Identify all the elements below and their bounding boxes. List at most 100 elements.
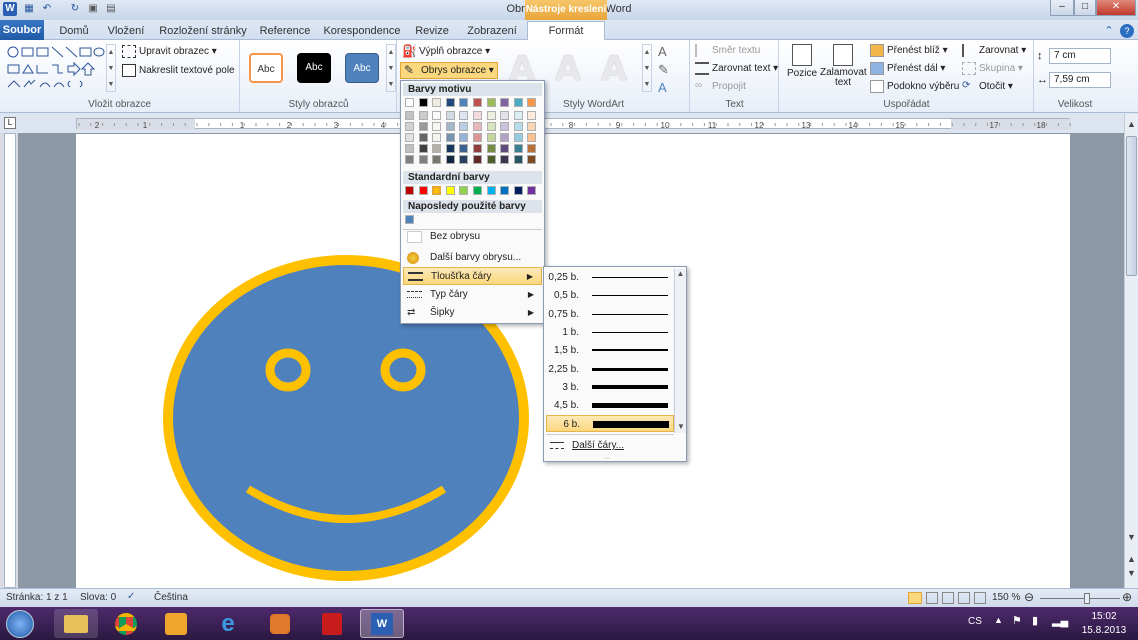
page-count[interactable]: Stránka: 1 z 1 [6,592,68,603]
input-language[interactable]: CS [968,616,982,627]
link-button[interactable]: ∞ Propojit [695,80,746,93]
theme-color-swatch[interactable] [445,133,455,142]
theme-color-swatch[interactable] [513,144,523,153]
scroll-down-icon[interactable]: ▼ [1126,532,1137,542]
help-icon[interactable]: ? [1120,24,1134,38]
tab-home[interactable]: Domů [52,22,96,40]
text-effects-icon[interactable]: A [658,80,667,95]
tab-view[interactable]: Zobrazení [462,22,522,40]
wordart-style-2[interactable]: A [548,50,588,88]
shape-height-input[interactable]: 7 cm [1049,48,1111,64]
theme-color-swatch[interactable] [486,111,496,120]
theme-color-swatch[interactable] [405,133,414,142]
action-center-flag-icon[interactable]: ⚑ [1012,614,1022,627]
standard-color-swatch[interactable] [513,186,523,195]
minimize-button[interactable]: – [1050,0,1074,16]
horizontal-ruler[interactable]: 2 1 1 2 3 4 8 9 10 11 12 13 14 15 17 18 [76,118,1071,130]
theme-color-swatch[interactable] [432,144,442,153]
theme-color-swatch[interactable] [527,111,537,120]
prev-page-icon[interactable]: ▲ [1126,554,1137,564]
theme-color-swatch[interactable] [418,98,428,107]
zoom-slider-thumb[interactable] [1084,593,1090,604]
theme-color-swatch[interactable] [500,133,510,142]
line-weight-option[interactable]: 6 b. [546,415,674,433]
more-lines-item[interactable]: Další čáry... [548,439,674,455]
theme-color-swatch[interactable] [445,155,455,164]
word-taskbar-icon[interactable]: W [360,609,404,638]
standard-color-swatch[interactable] [445,186,455,195]
theme-color-swatch[interactable] [527,144,537,153]
draw-textbox-button[interactable]: Nakreslit textové pole [122,64,235,77]
theme-color-swatch[interactable] [486,133,496,142]
theme-color-swatch[interactable] [405,155,414,164]
theme-color-swatch[interactable] [418,122,428,131]
shape-outline-button[interactable]: ✎ Obrys obrazce ▾ [400,62,498,79]
theme-color-swatch[interactable] [432,133,442,142]
send-backward-button[interactable]: Přenést dál ▾ [870,62,945,75]
close-button[interactable]: ✕ [1096,0,1136,16]
theme-color-swatch[interactable] [513,98,523,107]
right-eye-shape[interactable] [380,348,426,392]
vertical-ruler[interactable] [4,133,16,588]
more-outline-colors-item[interactable]: Další barvy obrysu... [403,249,542,267]
bring-forward-button[interactable]: Přenést blíž ▾ [870,44,948,57]
align-button[interactable]: Zarovnat ▾ [962,44,1026,57]
tab-insert[interactable]: Vložení [104,22,148,40]
shape-style-1[interactable]: Abc [249,53,283,83]
theme-color-swatch[interactable] [513,122,523,131]
line-weight-option[interactable]: 0,5 b. [546,287,674,304]
clock-date[interactable]: 15.8.2013 [1078,625,1130,636]
theme-color-swatch[interactable] [445,122,455,131]
position-button[interactable]: Pozice [786,44,818,79]
theme-color-swatch[interactable] [445,111,455,120]
shape-style-3[interactable]: Abc [345,53,379,83]
theme-color-swatch[interactable] [432,155,442,164]
theme-color-swatch[interactable] [500,98,510,107]
outlook-taskbar-icon[interactable] [154,609,198,638]
theme-color-swatch[interactable] [500,144,510,153]
theme-color-swatch[interactable] [405,144,414,153]
explorer-taskbar-icon[interactable] [54,609,98,638]
tab-review[interactable]: Revize [410,22,454,40]
theme-color-swatch[interactable] [486,98,496,107]
submenu-scrollbar[interactable]: ▲ ▼ [674,269,686,433]
theme-color-swatch[interactable] [405,98,414,107]
vertical-scrollbar[interactable]: ▲ ▼ ▲ ▼ [1124,114,1138,588]
theme-color-swatch[interactable] [405,111,414,120]
theme-color-swatch[interactable] [473,122,482,131]
spellcheck-icon[interactable]: ✓ [127,591,135,602]
network-signal-icon[interactable]: ▂▄ [1052,614,1068,627]
left-eye-shape[interactable] [265,348,311,392]
wordart-gallery-scroll[interactable]: ▲ ▼ ▼ [642,44,652,92]
minimize-ribbon-icon[interactable]: ⌃ [1102,22,1116,40]
line-weight-option[interactable]: 3 b. [546,379,674,396]
tab-references[interactable]: Reference [256,22,314,40]
standard-color-swatch[interactable] [500,186,510,195]
submenu-scroll-down-icon[interactable]: ▼ [675,422,687,431]
clock-time[interactable]: 15:02 [1082,611,1126,622]
theme-color-swatch[interactable] [432,122,442,131]
theme-color-swatch[interactable] [500,122,510,131]
line-weight-option[interactable]: 1 b. [546,324,674,341]
resize-grip-icon[interactable]: ⋯ [604,455,610,462]
scroll-up-icon[interactable]: ▲ [1126,119,1137,133]
text-outline-icon[interactable]: ✎ [658,62,669,78]
theme-color-swatch[interactable] [445,144,455,153]
standard-color-swatch[interactable] [405,186,414,195]
standard-color-swatch[interactable] [486,186,496,195]
theme-color-swatch[interactable] [500,111,510,120]
theme-color-swatch[interactable] [527,133,537,142]
maximize-button[interactable]: □ [1074,0,1096,16]
tab-file[interactable]: Soubor [0,20,44,40]
theme-color-swatch[interactable] [418,111,428,120]
line-weight-option[interactable]: 0,25 b. [546,269,674,286]
standard-color-swatch[interactable] [473,186,482,195]
theme-color-swatch[interactable] [405,122,414,131]
theme-color-swatch[interactable] [486,122,496,131]
no-outline-item[interactable]: Bez obrysu [403,228,542,246]
edit-shape-button[interactable]: Upravit obrazec ▾ [122,45,217,58]
theme-color-swatch[interactable] [486,155,496,164]
outline-view-icon[interactable] [958,592,970,604]
group-button[interactable]: Skupina ▾ [962,62,1023,75]
theme-color-swatch[interactable] [459,111,469,120]
